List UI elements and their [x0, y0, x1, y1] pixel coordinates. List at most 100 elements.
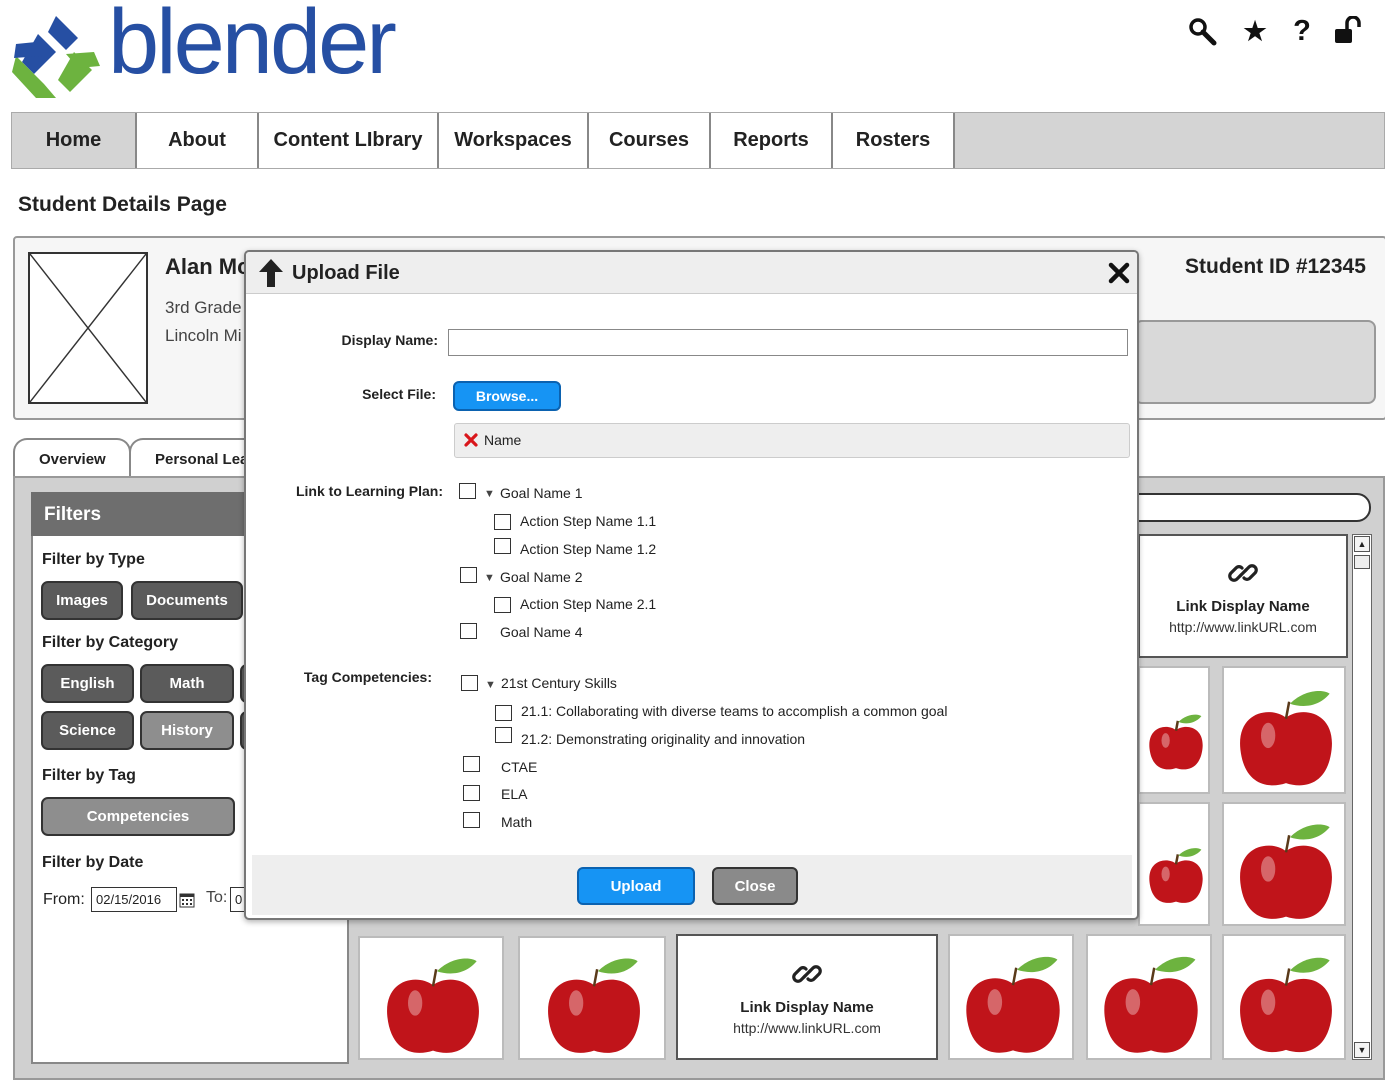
competency-ctae-checkbox[interactable] [463, 756, 480, 772]
star-icon[interactable]: ★ [1238, 14, 1272, 48]
apple-image [548, 958, 640, 1053]
apple-image [1240, 957, 1332, 1053]
display-name-input[interactable] [448, 329, 1128, 356]
filter-math-button[interactable]: Math [140, 664, 234, 703]
link-url: http://www.linkURL.com [1169, 618, 1317, 635]
apple-image-tile[interactable] [1222, 802, 1346, 926]
filter-tag-label: Filter by Tag [42, 767, 136, 784]
tab-overview[interactable]: Overview [13, 438, 131, 478]
filter-english-button[interactable]: English [41, 664, 134, 703]
tab-overview-label: Overview [39, 450, 106, 468]
competency-21-1-checkbox[interactable] [495, 705, 512, 721]
apple-image [1240, 824, 1332, 919]
expand-competency-group-icon[interactable]: ▼ [485, 679, 496, 691]
goal-4-checkbox[interactable] [460, 623, 477, 639]
competency-group-label: 21st Century Skills [501, 675, 617, 691]
action-step-1-2-label: Action Step Name 1.2 [520, 541, 657, 557]
selected-file-chip [454, 423, 1130, 458]
apple-image-tile[interactable] [518, 936, 666, 1060]
student-info-box [1134, 320, 1376, 404]
student-id: Student ID #12345 [1185, 255, 1366, 278]
action-step-2-1-checkbox[interactable] [494, 597, 511, 613]
apple-image [966, 956, 1060, 1053]
close-button[interactable]: Close [712, 867, 798, 905]
link-learning-plan-label: Link to Learning Plan: [295, 483, 443, 499]
blender-logo-mark [12, 16, 100, 98]
action-step-1-1-checkbox[interactable] [494, 514, 511, 530]
scroll-down-icon[interactable]: ▼ [1354, 1042, 1370, 1058]
goal-2-checkbox[interactable] [460, 567, 477, 583]
selected-file-name: Name [484, 432, 522, 448]
goal-2-label: Goal Name 2 [500, 569, 583, 585]
filter-date-label: Filter by Date [42, 854, 144, 871]
competency-21-1-label: 21.1: Collaborating with diverse teams t… [521, 703, 948, 719]
apple-image-tile[interactable] [1222, 934, 1346, 1060]
filter-type-label: Filter by Type [42, 551, 145, 568]
link-url: http://www.linkURL.com [733, 1019, 881, 1036]
calendar-icon[interactable] [179, 892, 195, 908]
apple-image-tile[interactable] [1222, 666, 1346, 794]
action-step-2-1-label: Action Step Name 2.1 [520, 596, 657, 612]
main-nav: Home About Content LIbrary Workspaces Co… [11, 112, 1385, 169]
content-search-input[interactable] [1100, 493, 1371, 522]
student-photo-placeholder [28, 252, 148, 404]
nav-workspaces[interactable]: Workspaces [439, 113, 589, 168]
link-tile[interactable]: Link Display Name http://www.linkURL.com [1138, 534, 1348, 658]
filter-images-button[interactable]: Images [41, 581, 123, 620]
competency-ctae-label: CTAE [501, 759, 538, 775]
goal-1-checkbox[interactable] [459, 483, 476, 499]
tab-personal-learning-label: Personal Lea [155, 450, 249, 468]
browse-button[interactable]: Browse... [453, 381, 561, 411]
competency-group-checkbox[interactable] [461, 675, 478, 691]
link-tile[interactable]: Link Display Name http://www.linkURL.com [676, 934, 938, 1060]
upload-arrow-icon [258, 258, 284, 288]
goal-4-label: Goal Name 4 [500, 624, 583, 640]
expand-goal-2-icon[interactable]: ▼ [484, 572, 495, 584]
filter-documents-button[interactable]: Documents [131, 581, 243, 620]
select-file-label: Select File: [362, 386, 436, 402]
nav-reports[interactable]: Reports [711, 113, 833, 168]
apple-image-tile[interactable] [948, 934, 1074, 1060]
student-grade: 3rd Grade [165, 298, 242, 317]
nav-home[interactable]: Home [12, 113, 137, 168]
nav-content-library[interactable]: Content LIbrary [259, 113, 439, 168]
filter-competencies-button[interactable]: Competencies [41, 797, 235, 836]
expand-goal-1-icon[interactable]: ▼ [484, 488, 495, 500]
goal-1-label: Goal Name 1 [500, 485, 583, 501]
filter-history-button[interactable]: History [140, 711, 234, 750]
apple-image [1149, 714, 1203, 770]
apple-image-tile[interactable] [1138, 802, 1210, 926]
competency-21-2-label: 21.2: Demonstrating originality and inno… [521, 731, 806, 747]
scroll-thumb[interactable] [1354, 555, 1370, 569]
filter-category-label: Filter by Category [42, 634, 179, 651]
apple-image [1104, 956, 1198, 1053]
competency-21-2-checkbox[interactable] [495, 727, 512, 743]
date-from-input[interactable]: 02/15/2016 [91, 887, 177, 912]
nav-about[interactable]: About [137, 113, 259, 168]
unlock-icon[interactable] [1332, 14, 1366, 48]
nav-rosters[interactable]: Rosters [833, 113, 955, 168]
apple-image [387, 958, 479, 1053]
nav-courses[interactable]: Courses [589, 113, 711, 168]
scroll-up-icon[interactable]: ▲ [1354, 536, 1370, 552]
help-icon[interactable]: ? [1285, 14, 1319, 48]
action-step-1-1-label: Action Step Name 1.1 [520, 513, 657, 529]
search-icon[interactable] [1185, 14, 1219, 48]
student-school: Lincoln Mi [165, 326, 242, 345]
content-scrollbar[interactable]: ▲ ▼ [1352, 534, 1372, 1060]
action-step-1-2-checkbox[interactable] [494, 538, 511, 554]
competency-math-label: Math [501, 814, 533, 830]
close-icon[interactable] [1108, 262, 1130, 284]
competency-ela-checkbox[interactable] [463, 785, 480, 801]
filter-science-button[interactable]: Science [41, 711, 134, 750]
apple-image-tile[interactable] [358, 936, 504, 1060]
apple-image [1149, 848, 1203, 903]
competency-math-checkbox[interactable] [463, 812, 480, 828]
date-from-label: From: [43, 891, 85, 908]
upload-button[interactable]: Upload [577, 867, 695, 905]
blender-logo-text[interactable]: blender [108, 0, 397, 88]
apple-image-tile[interactable] [1138, 666, 1210, 794]
date-to-label: To: [206, 889, 228, 906]
apple-image-tile[interactable] [1086, 934, 1212, 1060]
remove-file-icon[interactable] [464, 433, 478, 447]
